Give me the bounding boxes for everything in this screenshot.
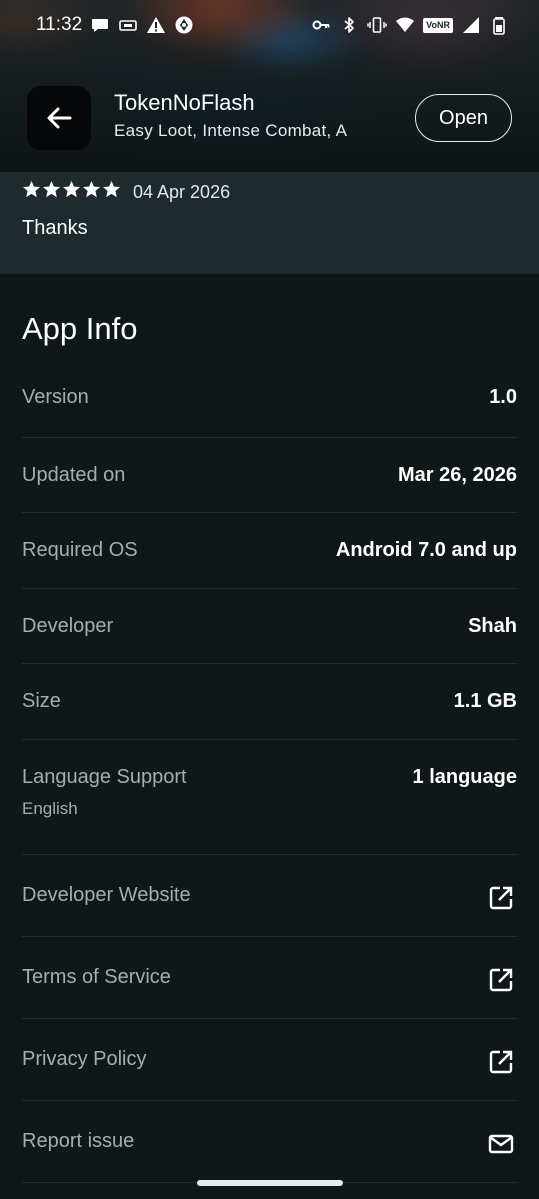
link-row-developer-website[interactable]: Developer Website [22,855,517,937]
battery-icon [489,15,509,35]
aperture-icon [174,15,194,35]
link-label: Report issue [22,1129,135,1152]
star-icon [22,180,41,198]
app-info-screen: 11:32 VoNR TokenNoFlash Easy Loot, Inten… [0,0,539,1199]
info-label: Language Support [22,765,187,788]
info-value: 1 language [412,765,517,788]
info-label: Version [22,386,89,408]
review-card: 04 Apr 2026 Thanks [0,172,539,274]
info-label: Size [22,690,61,712]
info-row-version: Version 1.0 [22,362,517,438]
star-rating [22,180,121,199]
open-button[interactable]: Open [415,94,512,142]
star-icon [42,180,61,198]
link-row-report-issue[interactable]: Report issue [22,1101,517,1183]
app-bar: TokenNoFlash Easy Loot, Intense Combat, … [0,84,539,154]
app-subtitle: Easy Loot, Intense Combat, A [114,121,348,140]
warning-icon [146,15,166,35]
vibrate-icon [367,15,387,35]
bluetooth-icon [339,15,359,35]
section-title: App Info [22,311,138,346]
star-icon [62,180,81,198]
info-label: Updated on [22,463,126,486]
link-label: Terms of Service [22,965,171,988]
open-external-icon [487,884,515,912]
link-row-terms-of-service[interactable]: Terms of Service [22,937,517,1019]
open-external-icon [487,966,515,994]
info-label: Required OS [22,539,138,561]
header-banner: 11:32 VoNR TokenNoFlash Easy Loot, Inten… [0,0,539,172]
link-label: Developer Website [22,883,191,906]
back-button[interactable] [27,86,91,150]
app-info-list: Version 1.0 Updated on Mar 26, 2026 Requ… [22,362,517,1183]
info-row-language-support: Language Support 1 language English [22,740,517,855]
info-value: 1.1 GB [453,690,517,712]
info-sub-label: English [22,798,78,818]
vpn-key-icon [311,15,331,35]
mail-icon [487,1130,515,1158]
info-value: Android 7.0 and up [335,539,517,561]
info-value: Mar 26, 2026 [398,463,517,486]
wifi-icon [395,15,415,35]
arrow-back-icon [47,107,72,129]
chat-bubble-icon [90,15,110,35]
status-bar: 11:32 VoNR [0,0,539,50]
signal-icon [461,15,481,35]
open-external-icon [487,1048,515,1076]
info-row-developer: Developer Shah [22,589,517,664]
info-row-required-os: Required OS Android 7.0 and up [22,513,517,589]
star-icon [102,180,121,198]
review-date: 04 Apr 2026 [133,182,231,202]
link-label: Privacy Policy [22,1047,147,1070]
star-icon [82,180,101,198]
home-indicator[interactable] [197,1180,343,1186]
review-text: Thanks [22,217,88,239]
link-row-privacy-policy[interactable]: Privacy Policy [22,1019,517,1101]
app-title: TokenNoFlash [114,90,255,115]
info-row-updated-on: Updated on Mar 26, 2026 [22,438,517,513]
info-value: 1.0 [489,386,517,408]
volte-icon: VoNR [423,17,453,33]
info-value: Shah [468,614,517,637]
status-time: 11:32 [36,14,83,35]
sim-card-icon [118,15,138,35]
info-label: Developer [22,614,114,637]
info-row-size: Size 1.1 GB [22,664,517,740]
